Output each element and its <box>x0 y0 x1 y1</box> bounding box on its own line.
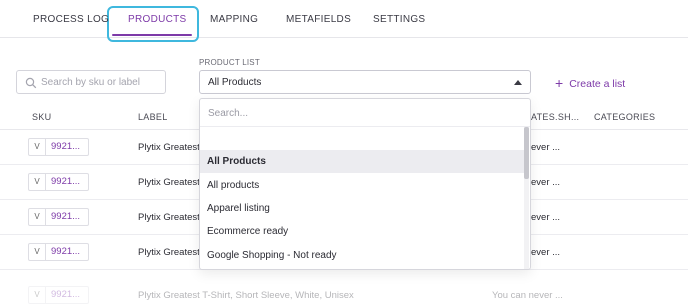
attribute-value: ever ... <box>531 247 561 258</box>
variant-badge: V <box>28 173 46 191</box>
column-header-label[interactable]: LABEL <box>138 112 168 122</box>
product-label: Plytix Greatest <box>138 142 200 153</box>
create-list-label: Create a list <box>569 78 626 90</box>
product-label: Plytix Greatest <box>138 212 200 223</box>
sku-link[interactable]: 9921... <box>45 138 89 156</box>
product-list-select[interactable]: All Products <box>199 70 531 94</box>
attribute-value: ever ... <box>531 212 561 223</box>
sku-link[interactable]: 9921... <box>45 243 89 261</box>
tab-mapping[interactable]: MAPPING <box>210 14 258 25</box>
create-list-button[interactable]: + Create a list <box>555 74 626 91</box>
table-row[interactable]: V 9921... Plytix Greatest T-Shirt, Short… <box>0 279 688 304</box>
search-input[interactable] <box>41 74 161 90</box>
dropdown-option-all-products[interactable]: All Products <box>200 150 524 173</box>
tab-process-log[interactable]: PROCESS LOG <box>33 14 109 25</box>
tab-settings[interactable]: SETTINGS <box>373 14 425 25</box>
product-list-dropdown: All Products All products Apparel listin… <box>199 98 531 270</box>
dropdown-option-google-shopping[interactable]: Google Shopping - Not ready <box>200 244 524 267</box>
dropdown-search <box>200 99 530 127</box>
product-search-box[interactable] <box>16 70 166 94</box>
column-header-categories[interactable]: CATEGORIES <box>594 112 655 122</box>
tab-products[interactable]: PRODUCTS <box>128 14 187 25</box>
tab-metafields[interactable]: METAFIELDS <box>286 14 351 25</box>
product-label: Plytix Greatest <box>138 177 200 188</box>
product-label: Plytix Greatest <box>138 247 200 258</box>
active-tab-indicator <box>112 34 192 36</box>
plus-icon: + <box>555 75 564 91</box>
scrollbar-thumb[interactable] <box>524 127 529 179</box>
product-list-selected-value: All Products <box>208 77 262 88</box>
column-header-attribute[interactable]: ATES.SH... <box>531 112 579 122</box>
attribute-value: ever ... <box>531 177 561 188</box>
variant-badge: V <box>28 208 46 226</box>
variant-badge: V <box>28 286 46 304</box>
column-header-sku[interactable]: SKU <box>32 112 51 122</box>
dropdown-option-all-products-lower[interactable]: All products <box>200 174 524 197</box>
dropdown-option-ecommerce-ready[interactable]: Ecommerce ready <box>200 220 524 243</box>
search-icon <box>25 76 37 89</box>
attribute-value: You can never ... <box>492 290 563 301</box>
sku-link[interactable]: 9921... <box>45 208 89 226</box>
product-label: Plytix Greatest T-Shirt, Short Sleeve, W… <box>138 290 354 301</box>
tab-bar: PROCESS LOG PRODUCTS MAPPING METAFIELDS … <box>0 0 688 42</box>
variant-badge: V <box>28 243 46 261</box>
dropdown-search-input[interactable] <box>208 105 508 121</box>
dropdown-option-apparel-listing[interactable]: Apparel listing <box>200 197 524 220</box>
caret-up-icon <box>514 80 522 85</box>
attribute-value: ever ... <box>531 142 561 153</box>
dropdown-scrollbar[interactable] <box>524 127 529 269</box>
variant-badge: V <box>28 138 46 156</box>
product-list-label: PRODUCT LIST <box>199 58 260 67</box>
sku-link[interactable]: 9921... <box>45 173 89 191</box>
sku-link[interactable]: 9921... <box>45 286 89 304</box>
